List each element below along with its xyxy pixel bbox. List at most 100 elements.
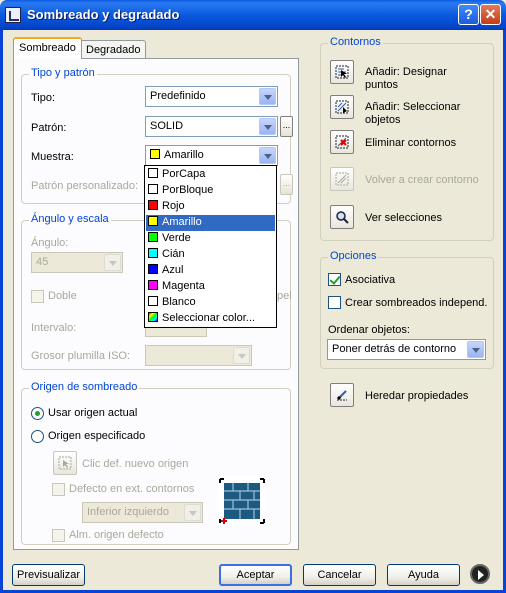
- origen-especificado-label: Origen especificado: [48, 430, 146, 442]
- posicion-value: Inferior izquierdo: [87, 506, 169, 518]
- option-label: PorBloque: [162, 184, 214, 196]
- aceptar-button[interactable]: Aceptar: [219, 564, 292, 586]
- tipo-label: Tipo:: [31, 92, 56, 104]
- azul-swatch: [148, 264, 158, 274]
- chevron-down-icon: [259, 88, 276, 105]
- color-option-cian[interactable]: Cián: [146, 247, 275, 263]
- anadir-objetos-line2: objetos: [365, 114, 401, 126]
- anadir-objetos-line1: Añadir: Seleccionar: [365, 101, 461, 113]
- patron-browse-button[interactable]: ...: [280, 116, 293, 137]
- grosor-label: Grosor plumilla ISO:: [31, 350, 131, 362]
- recreate-boundary-icon: [335, 172, 349, 186]
- anadir-objetos-button[interactable]: [330, 95, 354, 119]
- angulo-select[interactable]: 45: [31, 252, 123, 273]
- alm-origen-checkbox[interactable]: [52, 529, 65, 542]
- porbloque-swatch: [148, 184, 158, 194]
- anadir-puntos-button[interactable]: [330, 60, 354, 84]
- magnifier-icon: [336, 211, 349, 224]
- doble-checkbox[interactable]: [31, 290, 44, 303]
- option-label: Amarillo: [162, 216, 202, 228]
- clic-nuevo-origen-label: Clic def. nuevo origen: [82, 458, 189, 470]
- ayuda-button[interactable]: Ayuda: [387, 564, 460, 586]
- help-title-button[interactable]: ?: [458, 4, 479, 25]
- origin-preview-icon: [218, 476, 266, 526]
- color-option-porbloque[interactable]: PorBloque: [146, 183, 275, 199]
- tab-degradado-label: Degradado: [86, 44, 141, 56]
- hatch-app-icon: [5, 7, 21, 23]
- ver-selecciones-button[interactable]: [330, 205, 354, 229]
- muestra-select[interactable]: Amarillo: [145, 145, 278, 166]
- ordenar-objetos-value: Poner detrás de contorno: [332, 343, 457, 355]
- crear-independ-checkbox[interactable]: [328, 296, 341, 309]
- color-option-porcapa[interactable]: PorCapa: [146, 167, 275, 183]
- blanco-swatch: [148, 296, 158, 306]
- amarillo-swatch: [148, 216, 158, 226]
- previsualizar-button[interactable]: Previsualizar: [12, 564, 85, 586]
- eliminar-contornos-button[interactable]: [330, 130, 354, 154]
- color-option-amarillo[interactable]: Amarillo: [145, 214, 276, 232]
- nuevo-origen-button[interactable]: [53, 451, 77, 475]
- option-label: Azul: [162, 264, 184, 276]
- origen-especificado-radio[interactable]: [31, 430, 44, 443]
- option-label: Cián: [162, 248, 185, 260]
- color-option-azul[interactable]: Azul: [146, 263, 275, 279]
- angulo-label: Ángulo:: [31, 237, 69, 249]
- heredar-propiedades-button[interactable]: [330, 383, 354, 407]
- patron-label: Patrón:: [31, 122, 67, 134]
- window-title: Sombreado y degradado: [27, 7, 180, 22]
- usar-origen-actual-radio[interactable]: [31, 407, 44, 420]
- color-dropdown-list: PorCapa PorBloque Rojo Amarillo Verde Ci…: [144, 165, 277, 328]
- chevron-down-icon: [184, 504, 201, 521]
- patron-select[interactable]: SOLID: [145, 116, 278, 137]
- color-option-verde[interactable]: Verde: [146, 231, 275, 247]
- ordenar-objetos-select[interactable]: Poner detrás de contorno: [327, 339, 486, 360]
- volver-crear-contorno-label: Volver a crear contorno: [365, 174, 479, 186]
- magenta-swatch: [148, 280, 158, 290]
- option-label: Magenta: [162, 280, 205, 292]
- verde-swatch: [148, 232, 158, 242]
- option-label: Verde: [162, 232, 191, 244]
- patron-personalizado-label: Patrón personalizado:: [31, 180, 139, 192]
- color-wheel-icon: [148, 312, 158, 322]
- volver-crear-contorno-button[interactable]: [330, 167, 354, 191]
- more-options-arrow-icon[interactable]: [470, 564, 490, 584]
- asociativa-checkbox[interactable]: [328, 273, 341, 286]
- intervalo-label: Intervalo:: [31, 322, 77, 334]
- color-option-blanco[interactable]: Blanco: [146, 295, 275, 311]
- defecto-contornos-label: Defecto en ext. contornos: [69, 483, 195, 495]
- pick-point-icon: [58, 456, 72, 470]
- color-option-magenta[interactable]: Magenta: [146, 279, 275, 295]
- ver-selecciones-label: Ver selecciones: [365, 212, 443, 224]
- muestra-swatch: [150, 149, 160, 159]
- chevron-down-icon: [259, 118, 276, 135]
- doble-label: Doble: [48, 290, 77, 302]
- opciones-title: Opciones: [328, 250, 379, 262]
- option-label: Blanco: [162, 296, 196, 308]
- select-objects-icon: [335, 100, 349, 114]
- chevron-down-icon: [233, 347, 250, 364]
- cancelar-button[interactable]: Cancelar: [303, 564, 376, 586]
- tab-sombreado[interactable]: Sombreado: [13, 37, 82, 59]
- anadir-puntos-line1: Añadir: Designar: [365, 66, 447, 78]
- heredar-propiedades-label: Heredar propiedades: [365, 390, 469, 402]
- defecto-contornos-checkbox[interactable]: [52, 483, 65, 496]
- angulo-value: 45: [36, 256, 49, 268]
- muestra-value-wrap: Amarillo: [150, 149, 204, 161]
- papel-label: pel: [277, 290, 292, 302]
- color-option-seleccionar[interactable]: Seleccionar color...: [146, 311, 275, 327]
- ordenar-objetos-label: Ordenar objetos:: [328, 324, 410, 336]
- tipo-value: Predefinido: [150, 90, 206, 102]
- color-option-rojo[interactable]: Rojo: [146, 199, 275, 215]
- title-bar: Sombreado y degradado ? ✕: [0, 0, 506, 30]
- close-button[interactable]: ✕: [480, 4, 501, 25]
- crear-independ-label: Crear sombreados independ.: [345, 297, 488, 309]
- chevron-down-icon: [104, 254, 121, 271]
- rojo-swatch: [148, 200, 158, 210]
- grosor-select[interactable]: [145, 345, 252, 366]
- personalizado-browse-button[interactable]: ...: [280, 174, 293, 195]
- pick-points-icon: [335, 65, 349, 79]
- tipo-select[interactable]: Predefinido: [145, 86, 278, 107]
- tab-sombreado-label: Sombreado: [19, 42, 76, 54]
- posicion-select[interactable]: Inferior izquierdo: [82, 502, 203, 523]
- inherit-brush-icon: [336, 390, 347, 401]
